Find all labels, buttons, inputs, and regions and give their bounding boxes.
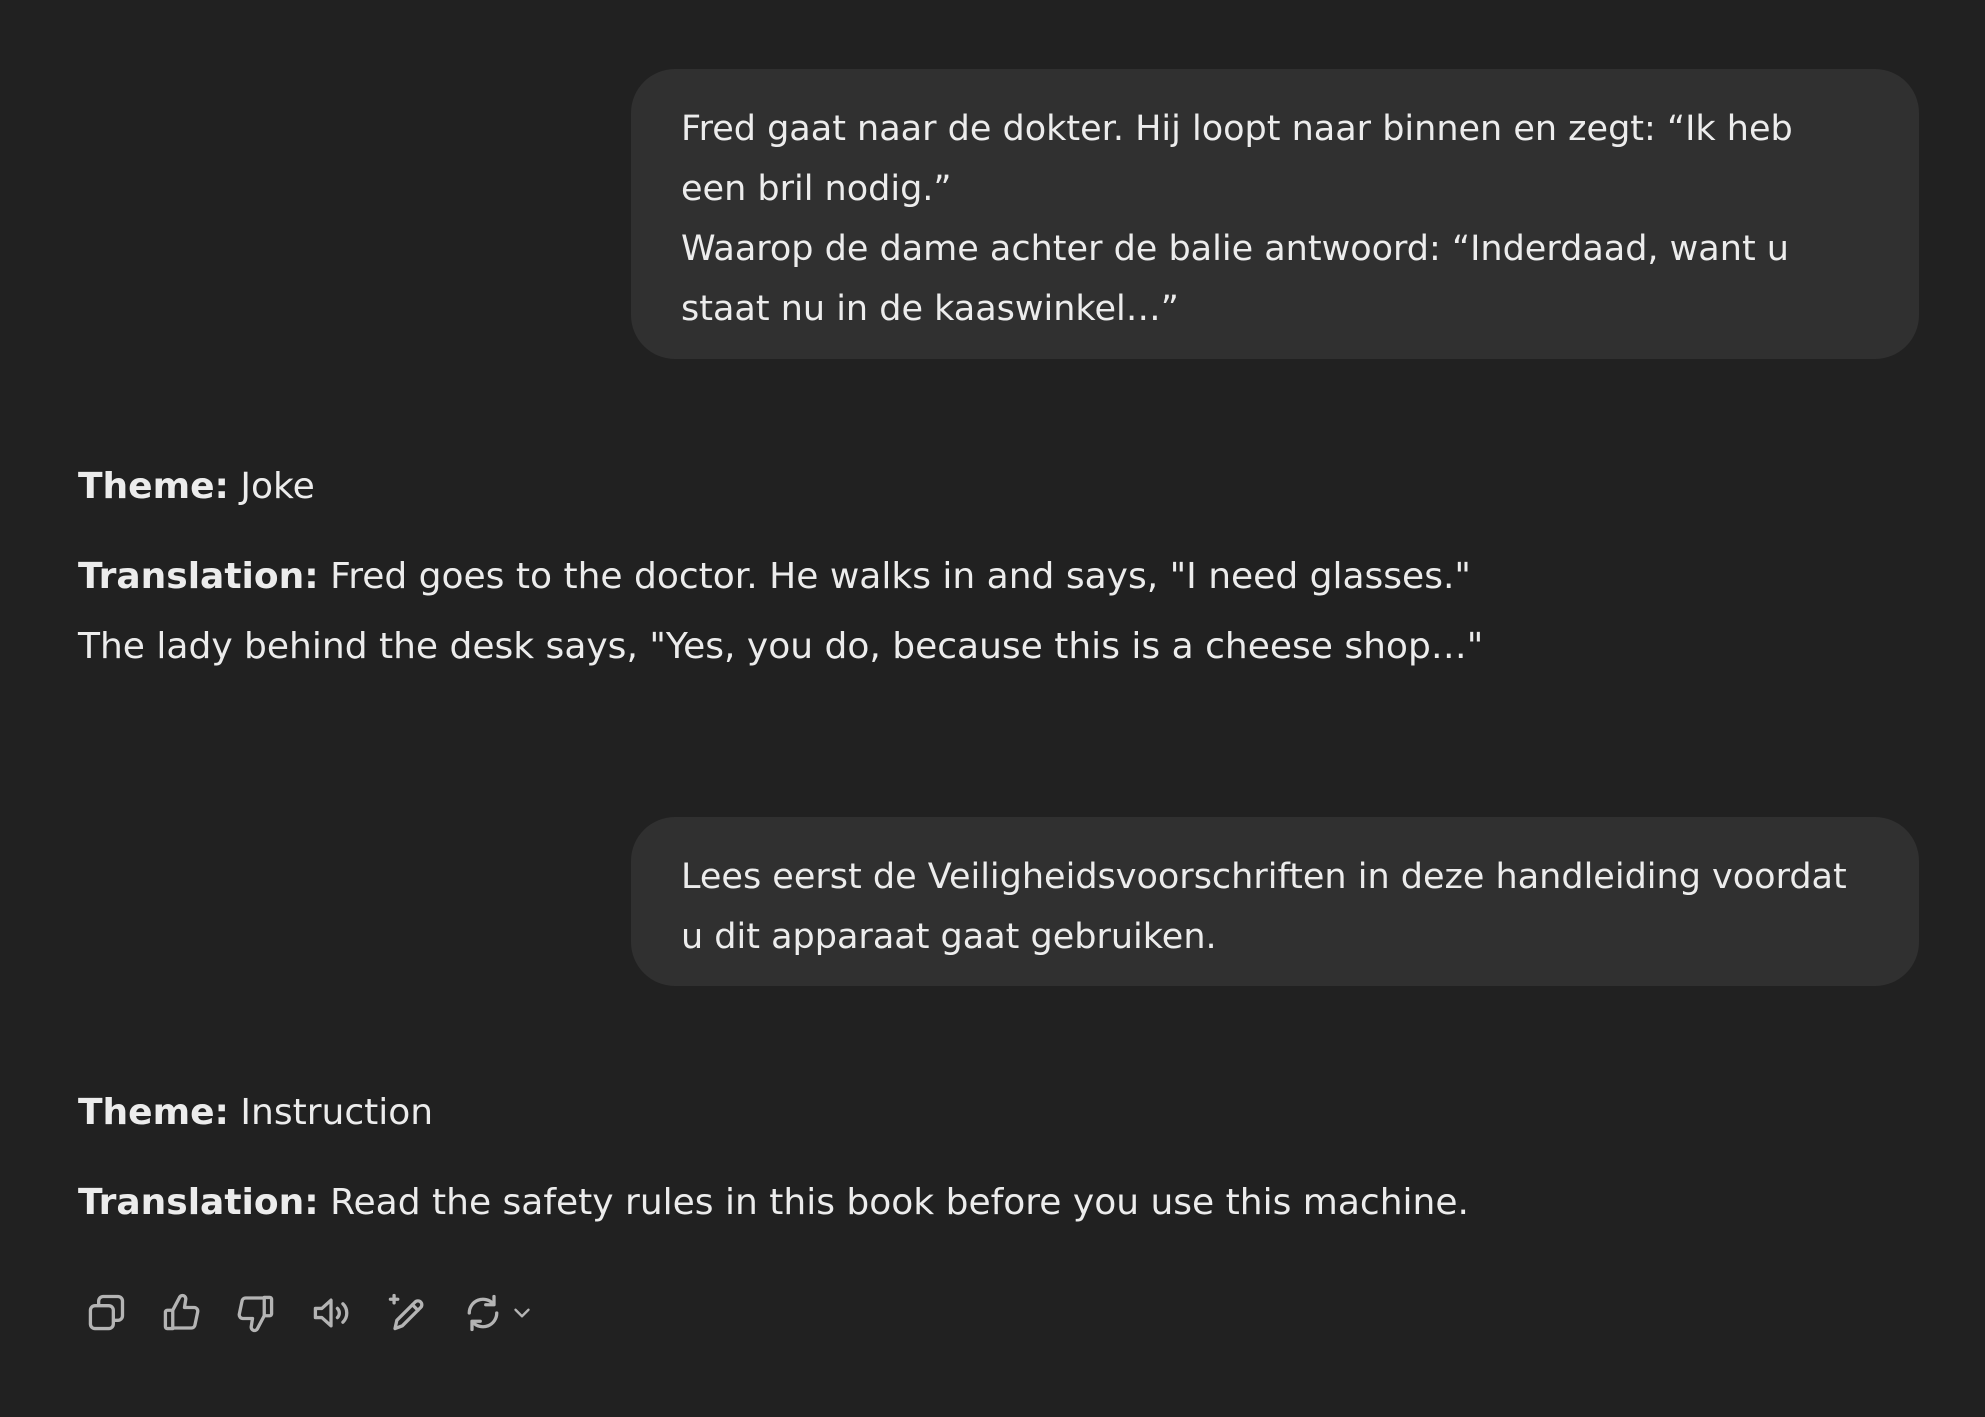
edit-in-canvas-button[interactable] bbox=[378, 1285, 434, 1341]
user-message-line: Fred gaat naar de dokter. Hij loopt naar… bbox=[681, 109, 1793, 149]
chevron-down-icon bbox=[514, 1308, 530, 1318]
message-action-bar bbox=[78, 1285, 562, 1341]
translation-continuation: The lady behind the desk says, "Yes, you… bbox=[78, 626, 1484, 667]
translation-label: Translation: bbox=[78, 556, 319, 597]
user-message-line: staat nu in de kaaswinkel…” bbox=[681, 289, 1179, 329]
read-aloud-button[interactable] bbox=[303, 1285, 359, 1341]
translation-label: Translation: bbox=[78, 1182, 319, 1223]
translation-row: Translation: Read the safety rules in th… bbox=[78, 1182, 1469, 1223]
translation-text: Read the safety rules in this book befor… bbox=[330, 1182, 1469, 1223]
thumbs-down-icon bbox=[237, 1295, 274, 1333]
user-message-bubble: Lees eerst de Veiligheidsvoorschriften i… bbox=[631, 817, 1919, 986]
user-message-line: Lees eerst de Veiligheidsvoorschriften i… bbox=[681, 857, 1847, 897]
translation-text: Fred goes to the doctor. He walks in and… bbox=[330, 556, 1471, 597]
copy-button[interactable] bbox=[78, 1285, 134, 1341]
theme-label: Theme: bbox=[78, 466, 229, 507]
edit-sparkle-icon bbox=[388, 1293, 424, 1331]
regenerate-button[interactable] bbox=[453, 1285, 543, 1341]
user-message-bubble: Fred gaat naar de dokter. Hij loopt naar… bbox=[631, 69, 1919, 359]
copy-icon bbox=[88, 1294, 125, 1331]
theme-row: Theme: Joke bbox=[78, 466, 315, 507]
theme-value: Instruction bbox=[240, 1092, 434, 1133]
theme-label: Theme: bbox=[78, 1092, 229, 1133]
thumbs-up-icon bbox=[163, 1293, 200, 1331]
thumbs-up-button[interactable] bbox=[153, 1285, 209, 1341]
thumbs-down-button[interactable] bbox=[228, 1285, 284, 1341]
user-message-line: Waarop de dame achter de balie antwoord:… bbox=[681, 229, 1789, 269]
user-message-line: u dit apparaat gaat gebruiken. bbox=[681, 917, 1217, 957]
theme-row: Theme: Instruction bbox=[78, 1092, 433, 1133]
speaker-icon bbox=[313, 1298, 349, 1328]
theme-value: Joke bbox=[240, 466, 315, 507]
translation-row: Translation: Fred goes to the doctor. He… bbox=[78, 556, 1471, 597]
regenerate-icon bbox=[467, 1294, 499, 1332]
user-message-line: een bril nodig.” bbox=[681, 169, 952, 209]
